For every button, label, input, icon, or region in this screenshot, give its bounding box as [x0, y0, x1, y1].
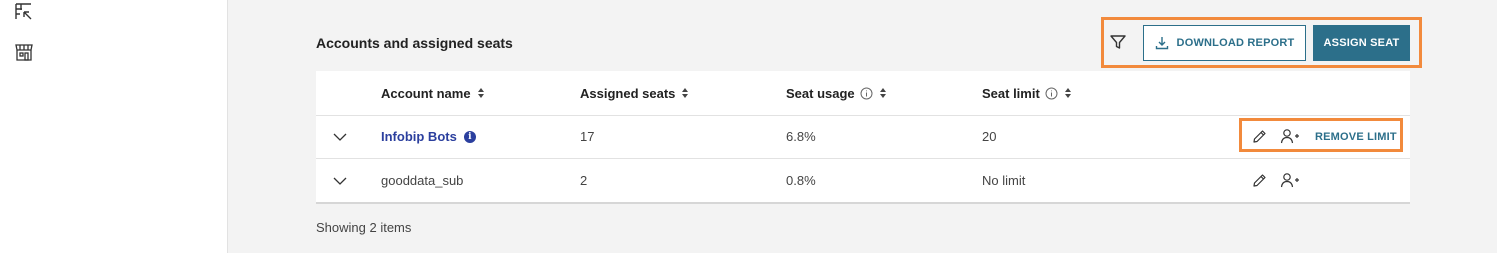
sort-icon[interactable] — [681, 87, 689, 99]
sort-icon[interactable] — [477, 87, 485, 99]
chevron-down-icon — [333, 177, 347, 185]
column-header-account-name[interactable]: Account name — [381, 71, 485, 115]
add-user-icon[interactable] — [1280, 172, 1300, 189]
info-outline-icon[interactable] — [1045, 87, 1058, 100]
column-header-seat-limit[interactable]: Seat limit — [982, 71, 1072, 115]
sort-icon[interactable] — [879, 87, 887, 99]
account-name-cell: Infobip Bots i — [381, 115, 476, 158]
table-row: gooddata_sub 2 0.8% No limit — [316, 159, 1410, 202]
storefront-icon[interactable] — [14, 42, 34, 62]
seat-usage-cell: 6.8% — [786, 129, 816, 144]
seat-limit-cell: No limit — [982, 173, 1026, 188]
expand-row-button[interactable] — [328, 159, 352, 202]
download-report-button[interactable]: DOWNLOAD REPORT — [1143, 25, 1306, 61]
info-outline-icon[interactable] — [860, 87, 873, 100]
row-actions — [1251, 159, 1300, 202]
seat-limit-cell: 20 — [982, 129, 997, 144]
sidebar — [0, 0, 228, 253]
items-count: Showing 2 items — [316, 220, 412, 235]
column-header-seat-usage[interactable]: Seat usage — [786, 71, 887, 115]
account-name-cell: gooddata_sub — [381, 173, 464, 188]
download-icon — [1155, 36, 1169, 50]
download-report-label: DOWNLOAD REPORT — [1176, 37, 1295, 49]
assigned-seats-cell: 17 — [580, 129, 595, 144]
remove-limit-highlight — [1239, 118, 1403, 152]
assign-seat-button[interactable]: ASSIGN SEAT — [1313, 25, 1410, 61]
main-content: Accounts and assigned seats DOWNLOAD REP… — [228, 0, 1497, 253]
assigned-seats-cell: 2 — [580, 173, 588, 188]
chevron-down-icon — [333, 133, 347, 141]
filter-icon — [1109, 33, 1127, 51]
table-header-row: Account name Assigned seats Seat usage S… — [316, 71, 1410, 116]
expand-row-button[interactable] — [328, 115, 352, 158]
info-icon[interactable]: i — [463, 130, 476, 143]
section-title: Accounts and assigned seats — [316, 35, 513, 51]
column-header-assigned-seats[interactable]: Assigned seats — [580, 71, 689, 115]
table-arrow-icon[interactable] — [14, 2, 34, 22]
sort-icon[interactable] — [1064, 87, 1072, 99]
seat-usage-cell: 0.8% — [786, 173, 816, 188]
edit-icon[interactable] — [1251, 172, 1268, 189]
account-name-link[interactable]: Infobip Bots — [381, 129, 457, 144]
filter-button[interactable] — [1107, 31, 1129, 53]
